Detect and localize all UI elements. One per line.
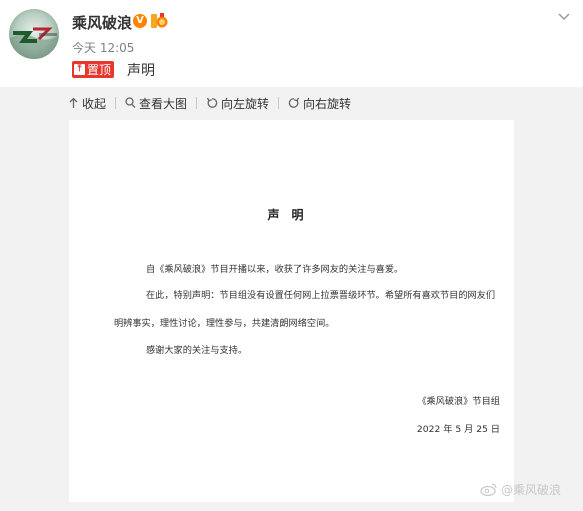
avatar[interactable] [9, 9, 59, 59]
pin-icon: ⤒ [74, 64, 85, 75]
toolbar-divider [115, 97, 117, 109]
rotate-left-button[interactable]: 向左旋转 [206, 95, 269, 112]
view-large-button[interactable]: 查看大图 [125, 95, 187, 112]
pinned-badge: ⤒ 置顶 [72, 61, 115, 78]
medal-icon [150, 13, 168, 29]
post-header: 乘风破浪 V 今天 12:05 ⤒ 置顶 声明 [0, 0, 583, 87]
verified-icon: V [133, 14, 147, 28]
watermark: @乘风破浪 [480, 481, 561, 497]
post-timestamp[interactable]: 今天 12:05 [72, 39, 134, 56]
document-date: 2022 年 5 月 25 日 [416, 424, 500, 435]
watermark-text: @乘风破浪 [501, 482, 562, 497]
collapse-label: 收起 [82, 96, 107, 111]
rotate-left-label: 向左旋转 [221, 96, 270, 111]
document-signature: 《乘风破浪》节目组 [417, 396, 500, 407]
statement-image[interactable]: 声明 自《乘风破浪》节目开播以来，收获了许多网友的关注与喜爱。 在此，特别声明：… [69, 120, 514, 502]
toolbar-divider [278, 97, 280, 109]
rotate-left-icon [206, 97, 218, 108]
document-paragraph: 感谢大家的关注与支持。 [146, 345, 248, 356]
pinned-label: 置顶 [87, 63, 112, 77]
magnifier-icon [125, 97, 136, 108]
toolbar-divider [196, 97, 198, 109]
post-text: 声明 [127, 63, 155, 79]
image-toolbar: 收起 查看大图 向左旋转 向右旋转 [68, 94, 351, 112]
arrow-up-icon [69, 97, 78, 108]
username[interactable]: 乘风破浪 [72, 12, 132, 33]
weibo-icon [480, 483, 497, 496]
rotate-right-label: 向右旋转 [303, 96, 352, 111]
collapse-button[interactable]: 收起 [68, 95, 106, 112]
document-paragraph: 在此，特别声明：节目组没有设置任何网上拉票晋级环节。希望所有喜欢节目的网友们 [146, 290, 496, 301]
document-paragraph: 自《乘风破浪》节目开播以来，收获了许多网友的关注与喜爱。 [146, 264, 404, 275]
rotate-right-button[interactable]: 向右旋转 [288, 95, 351, 112]
chevron-down-icon[interactable] [557, 8, 571, 22]
document-title: 声明 [267, 208, 316, 222]
view-large-label: 查看大图 [139, 96, 188, 111]
document-paragraph: 明辨事实，理性讨论，理性参与，共建清朗网络空间。 [114, 318, 335, 329]
rotate-right-icon [288, 97, 300, 108]
